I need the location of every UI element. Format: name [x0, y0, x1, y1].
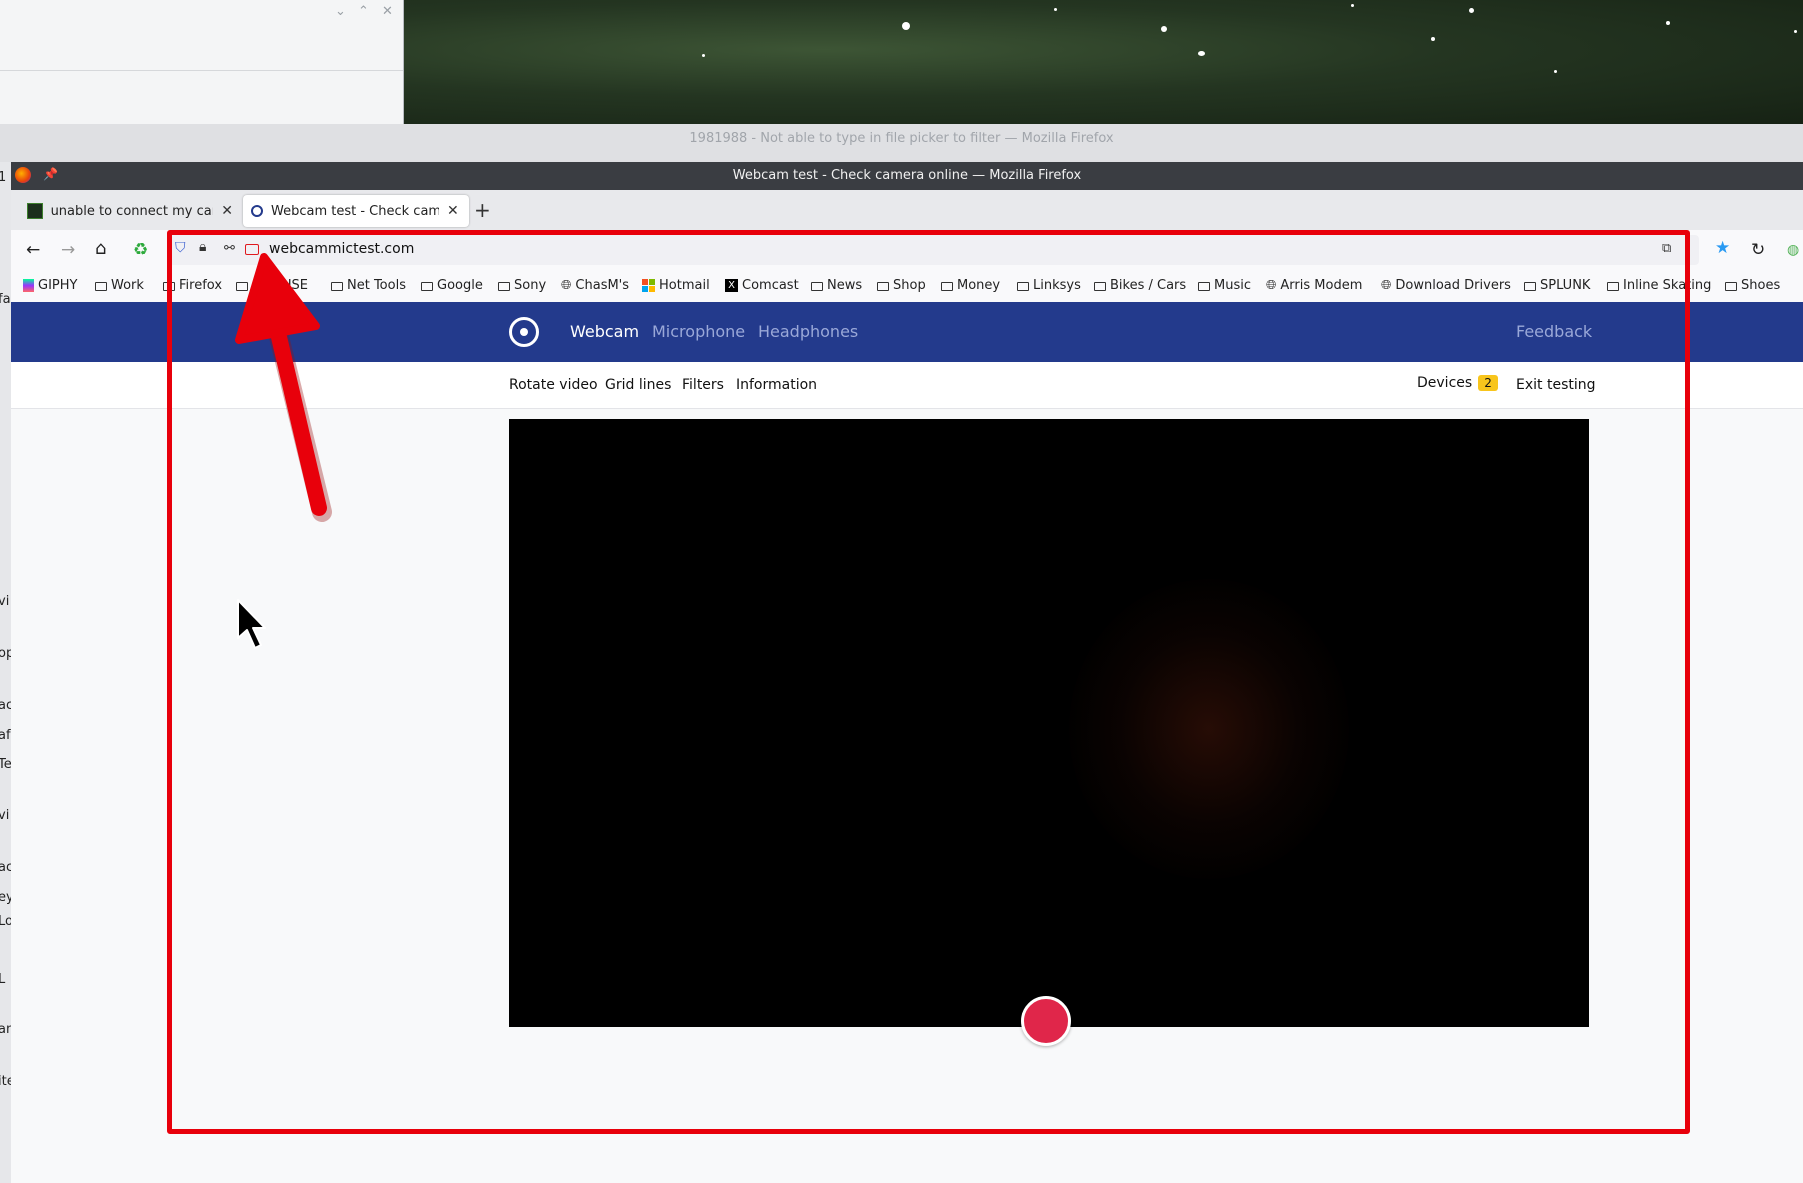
tab-label: unable to connect my cam [50, 203, 214, 219]
bookmark-label: GIPHY [38, 278, 78, 293]
site-favicon-icon [27, 203, 43, 219]
annotation-highlight-box [167, 230, 1690, 1134]
tab-unable-to-connect[interactable]: unable to connect my cam ✕ [19, 195, 241, 227]
close-tab-icon[interactable]: ✕ [221, 203, 233, 219]
home-icon[interactable]: ⌂ [95, 238, 106, 259]
reload-icon[interactable]: ↻ [1751, 240, 1765, 260]
bookmark-star-icon[interactable]: ★ [1715, 238, 1730, 258]
chevron-up-icon[interactable]: ⌃ [358, 4, 369, 19]
new-tab-icon[interactable]: + [474, 198, 491, 222]
close-tab-icon[interactable]: ✕ [447, 203, 459, 219]
bookmark-giphy[interactable]: GIPHY [23, 278, 77, 293]
folder-icon [1725, 282, 1737, 291]
background-window-title: 1981988 - Not able to type in file picke… [0, 124, 1803, 162]
bookmark-label: Work [111, 278, 144, 293]
profile-icon[interactable]: ◍ [1787, 242, 1799, 258]
tab-webcam-test[interactable]: Webcam test - Check came ✕ [243, 195, 469, 227]
window-title: Webcam test - Check camera online — Mozi… [732, 168, 1082, 183]
partial-background-window: 1 fa vi op ac af Te vi ac ey Lo L an ite [0, 162, 11, 1183]
forward-icon[interactable]: → [61, 240, 75, 260]
tab-label: Webcam test - Check came [271, 203, 439, 219]
starfield-wallpaper [404, 0, 1803, 124]
mouse-cursor-icon [237, 599, 266, 649]
giphy-icon [23, 279, 34, 292]
extension-icon[interactable]: ♻ [133, 240, 148, 260]
chevron-down-icon[interactable]: ⌄ [335, 4, 346, 19]
firefox-titlebar: 📌 Webcam test - Check camera online — Mo… [11, 162, 1803, 190]
webcam-favicon-icon [251, 205, 263, 217]
background-window: ⌄ ⌃ ✕ [0, 0, 404, 124]
close-icon[interactable]: ✕ [382, 4, 393, 19]
bookmark-work[interactable]: Work [95, 278, 144, 293]
tab-bar: unable to connect my cam ✕ Webcam test -… [11, 190, 1803, 230]
bookmark-shoes[interactable]: Shoes [1725, 278, 1780, 293]
back-icon[interactable]: ← [26, 240, 40, 260]
folder-icon [95, 282, 107, 291]
bookmark-label: Shoes [1741, 278, 1781, 293]
background-window-header: ⌄ ⌃ ✕ [0, 0, 403, 71]
